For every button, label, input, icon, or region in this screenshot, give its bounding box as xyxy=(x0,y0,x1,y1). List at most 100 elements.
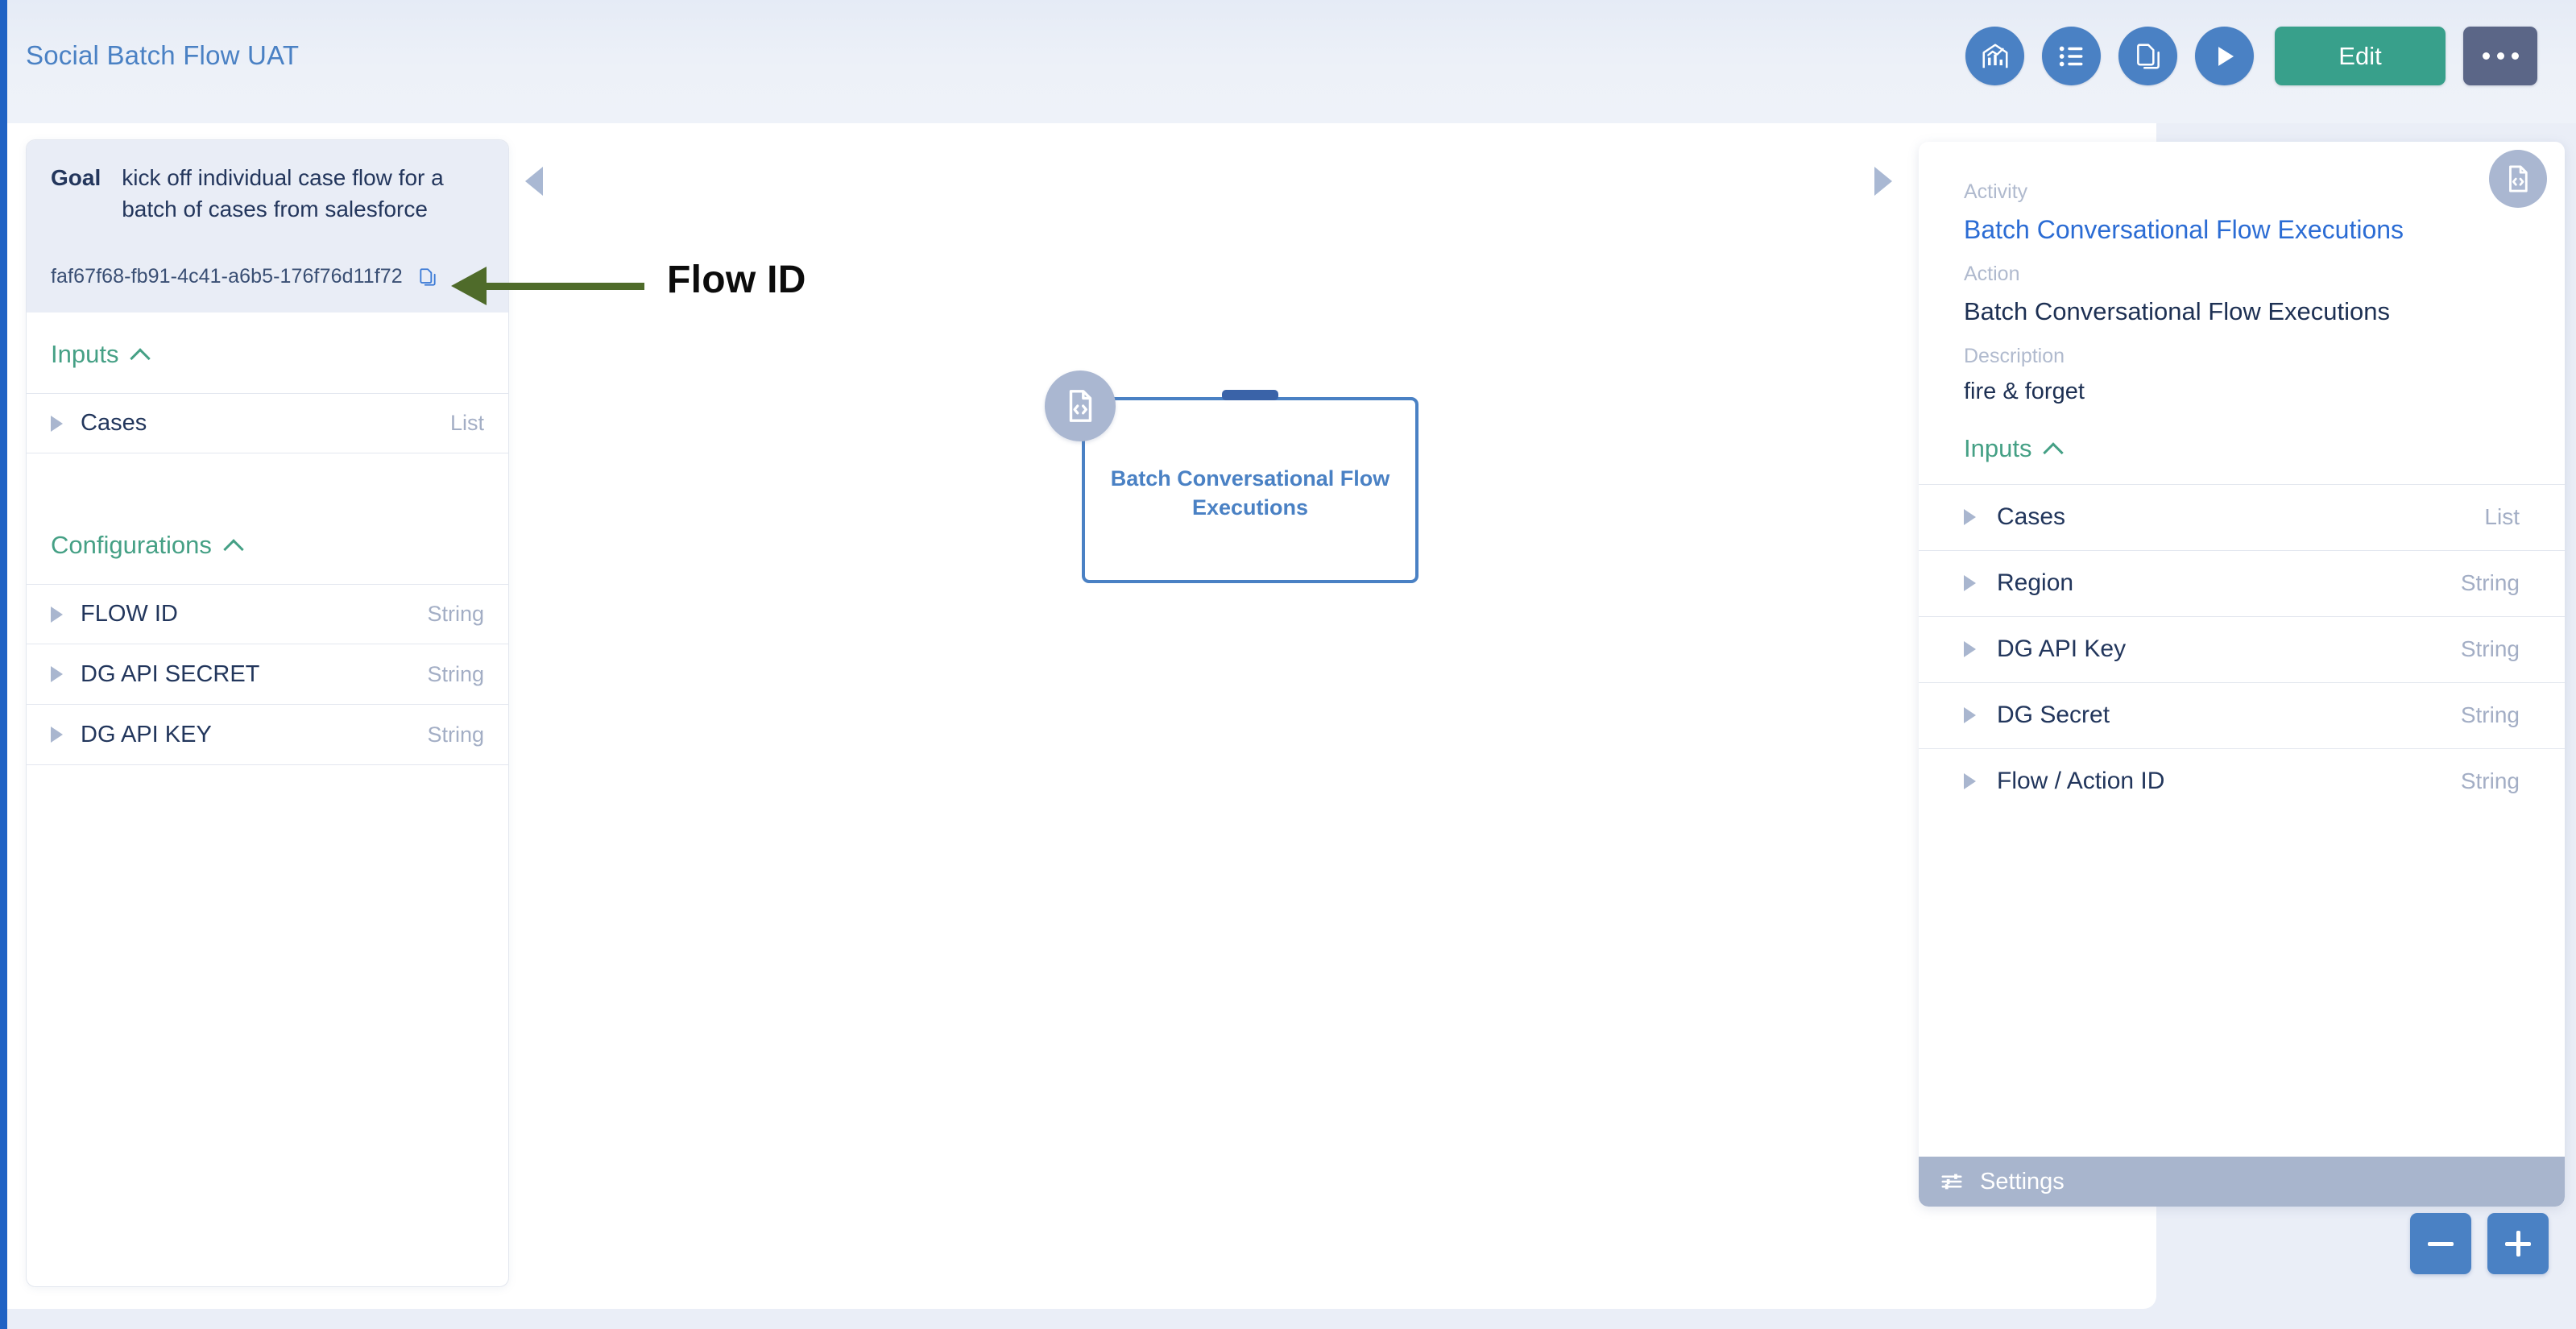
configurations-section-header[interactable]: Configurations xyxy=(27,503,508,585)
chevron-right-icon xyxy=(1964,641,1976,658)
minus-icon xyxy=(2428,1241,2454,1246)
activity-inputs-list: Cases List Region String DG API Key Stri… xyxy=(1919,483,2565,814)
chevron-right-icon xyxy=(1964,773,1976,790)
chevron-up-icon xyxy=(225,540,244,551)
action-value: Batch Conversational Flow Executions xyxy=(1964,297,2390,326)
chevron-right-icon xyxy=(51,727,63,743)
chevron-right-icon xyxy=(1964,575,1976,592)
section-spacer xyxy=(27,453,508,504)
chevron-right-icon xyxy=(51,666,63,683)
config-type: String xyxy=(427,661,484,686)
activity-field-label: Activity xyxy=(1964,180,2028,203)
settings-label: Settings xyxy=(1980,1168,2065,1194)
settings-button[interactable]: Settings xyxy=(1919,1157,2565,1207)
input-name: DG Secret xyxy=(1997,702,2110,729)
list-icon-button[interactable] xyxy=(2042,27,2101,85)
input-name: DG API Key xyxy=(1997,636,2127,663)
page-title: Social Batch Flow UAT xyxy=(26,40,300,70)
run-icon-button[interactable] xyxy=(2195,27,2254,85)
activity-details-body: Activity Batch Conversational Flow Execu… xyxy=(1919,142,2565,405)
list-icon xyxy=(2059,46,2082,66)
annotation-arrow xyxy=(451,267,644,305)
goal-text: kick off individual case flow for a batc… xyxy=(122,165,444,222)
chevron-up-icon xyxy=(131,349,151,360)
flow-details-panel: Goal kick off individual case flow for a… xyxy=(26,139,509,1287)
duplicate-icon xyxy=(2136,43,2160,69)
annotation-arrow-shaft xyxy=(485,283,644,290)
more-options-button[interactable] xyxy=(2463,27,2537,85)
input-name: Region xyxy=(1997,569,2074,597)
input-type: List xyxy=(2484,504,2520,530)
edit-button[interactable]: Edit xyxy=(2275,27,2446,85)
list-item[interactable]: Flow / Action ID String xyxy=(1919,747,2565,814)
list-item[interactable]: DG Secret String xyxy=(1919,681,2565,748)
plus-icon xyxy=(2505,1231,2531,1257)
copy-flow-id-button[interactable] xyxy=(417,267,438,288)
node-activity-badge xyxy=(1045,371,1116,441)
zoom-controls xyxy=(2410,1213,2549,1274)
code-document-icon xyxy=(1069,390,1092,422)
input-type: String xyxy=(2460,702,2520,728)
description-value: fire & forget xyxy=(1964,378,2085,404)
list-item[interactable]: FLOW ID String xyxy=(27,584,508,645)
analytics-icon-button[interactable] xyxy=(1965,27,2024,85)
config-name: DG API KEY xyxy=(81,721,212,747)
play-icon xyxy=(2218,46,2234,66)
input-name: Cases xyxy=(81,410,147,437)
description-field-label: Description xyxy=(1964,344,2065,367)
duplicate-icon-button[interactable] xyxy=(2118,27,2177,85)
chevron-right-icon xyxy=(51,415,63,432)
node-label: Batch Conversational Flow Executions xyxy=(1110,466,1390,520)
node-connector-handle[interactable] xyxy=(1222,390,1278,400)
configurations-section-title: Configurations xyxy=(51,531,212,560)
configurations-list: FLOW ID String DG API SECRET String DG A… xyxy=(27,584,508,766)
list-item[interactable]: Cases List xyxy=(1919,483,2565,550)
activity-inputs-header[interactable]: Inputs xyxy=(1919,405,2565,484)
list-item[interactable]: DG API SECRET String xyxy=(27,644,508,706)
config-type: String xyxy=(427,602,484,627)
inputs-section-title: Inputs xyxy=(51,340,119,369)
inputs-list: Cases List xyxy=(27,393,508,454)
list-item[interactable]: DG API Key String xyxy=(1919,615,2565,682)
input-type: String xyxy=(2460,636,2520,662)
code-document-icon xyxy=(2509,165,2528,193)
collapse-left-panel-arrow[interactable] xyxy=(525,167,543,196)
goal-card: Goal kick off individual case flow for a… xyxy=(27,140,508,313)
activity-inputs-title: Inputs xyxy=(1964,433,2032,462)
app-root: Social Batch Flow UAT Edit Goal kick off… xyxy=(0,0,2576,1329)
input-name: Flow / Action ID xyxy=(1997,768,2165,795)
goal-row: Goal kick off individual case flow for a… xyxy=(51,163,484,225)
chevron-right-icon xyxy=(1964,707,1976,724)
more-dot-icon xyxy=(2482,52,2490,60)
sliders-icon xyxy=(1941,1174,1962,1190)
flow-node[interactable]: Batch Conversational Flow Executions xyxy=(1045,371,1418,583)
input-type: List xyxy=(449,411,484,436)
list-item[interactable]: Cases List xyxy=(27,393,508,454)
goal-label: Goal xyxy=(51,165,101,190)
list-item[interactable]: DG API KEY String xyxy=(27,705,508,766)
action-field-label: Action xyxy=(1964,263,2020,286)
more-dot-icon xyxy=(2496,52,2504,60)
copy-icon xyxy=(420,268,436,286)
list-item[interactable]: Region String xyxy=(1919,549,2565,616)
inputs-section-header[interactable]: Inputs xyxy=(27,313,508,394)
zoom-out-button[interactable] xyxy=(2410,1213,2471,1274)
collapse-right-panel-arrow[interactable] xyxy=(1874,167,1892,196)
activity-details-panel: Activity Batch Conversational Flow Execu… xyxy=(1919,142,2565,1207)
chevron-right-icon xyxy=(51,606,63,623)
analytics-icon xyxy=(1982,43,2008,68)
flow-id-row: faf67f68-fb91-4c41-a6b5-176f76d11f72 xyxy=(51,265,484,288)
config-name: DG API SECRET xyxy=(81,660,260,687)
annotation-label: Flow ID xyxy=(667,259,806,301)
header-actions: Edit xyxy=(1965,27,2537,85)
input-type: String xyxy=(2460,570,2520,596)
activity-link[interactable]: Batch Conversational Flow Executions xyxy=(1964,214,2520,245)
input-type: String xyxy=(2460,768,2520,794)
annotation-arrow-head xyxy=(451,267,487,305)
chevron-right-icon xyxy=(1964,509,1976,526)
chevron-up-icon xyxy=(2044,443,2064,454)
zoom-in-button[interactable] xyxy=(2487,1213,2549,1274)
input-name: Cases xyxy=(1997,503,2066,531)
left-edge-rail xyxy=(0,0,7,1329)
activity-type-badge[interactable] xyxy=(2489,150,2547,208)
